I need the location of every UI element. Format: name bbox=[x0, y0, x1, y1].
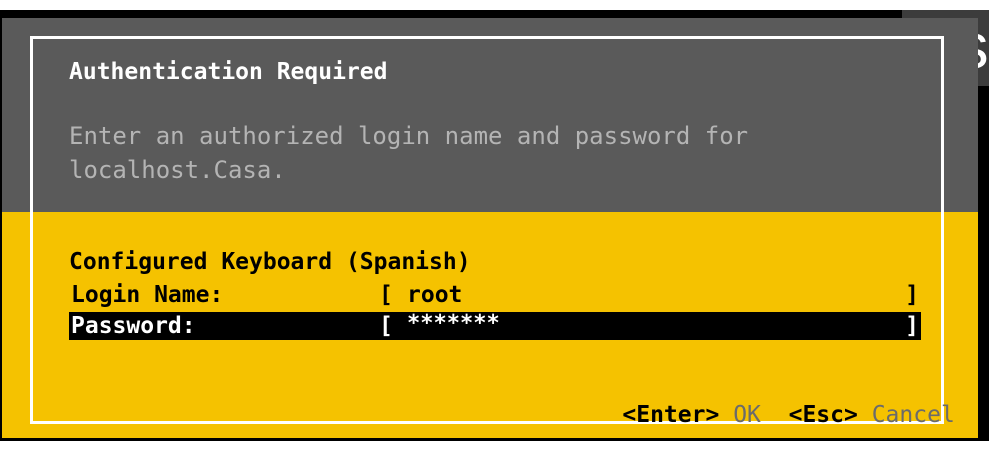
password-field[interactable]: Password: [ ******* ] bbox=[69, 310, 921, 340]
dialog-frame bbox=[30, 36, 944, 424]
login-name-input[interactable]: root bbox=[407, 281, 462, 309]
password-close-bracket: ] bbox=[905, 313, 919, 339]
dialog-title: Authentication Required bbox=[69, 59, 388, 85]
authentication-dialog: Authentication Required Enter an authori… bbox=[2, 18, 978, 438]
cancel-button-label: Cancel bbox=[871, 402, 955, 428]
keyboard-layout-label: Configured Keyboard (Spanish) bbox=[69, 249, 471, 275]
cancel-button[interactable]: <Esc> Cancel bbox=[789, 402, 955, 428]
dialog-message-line-2: localhost.Casa. bbox=[69, 156, 286, 184]
enter-key-hint: <Enter> bbox=[622, 402, 720, 428]
password-label: Password: bbox=[71, 313, 196, 339]
login-name-field[interactable]: Login Name: [ root ] bbox=[69, 281, 921, 309]
ok-button[interactable]: <Enter> OK bbox=[622, 402, 761, 428]
password-open-bracket: [ bbox=[379, 313, 393, 339]
login-name-open-bracket: [ bbox=[379, 282, 393, 308]
dialog-message-line-1: Enter an authorized login name and passw… bbox=[69, 122, 749, 150]
esc-key-hint: <Esc> bbox=[788, 402, 858, 428]
password-input[interactable]: ******* bbox=[407, 310, 500, 338]
login-name-close-bracket: ] bbox=[905, 282, 919, 308]
ok-button-label: OK bbox=[733, 402, 761, 428]
login-name-label: Login Name: bbox=[71, 282, 224, 308]
dialog-actions: <Enter> OK <Esc> Cancel bbox=[567, 373, 955, 457]
